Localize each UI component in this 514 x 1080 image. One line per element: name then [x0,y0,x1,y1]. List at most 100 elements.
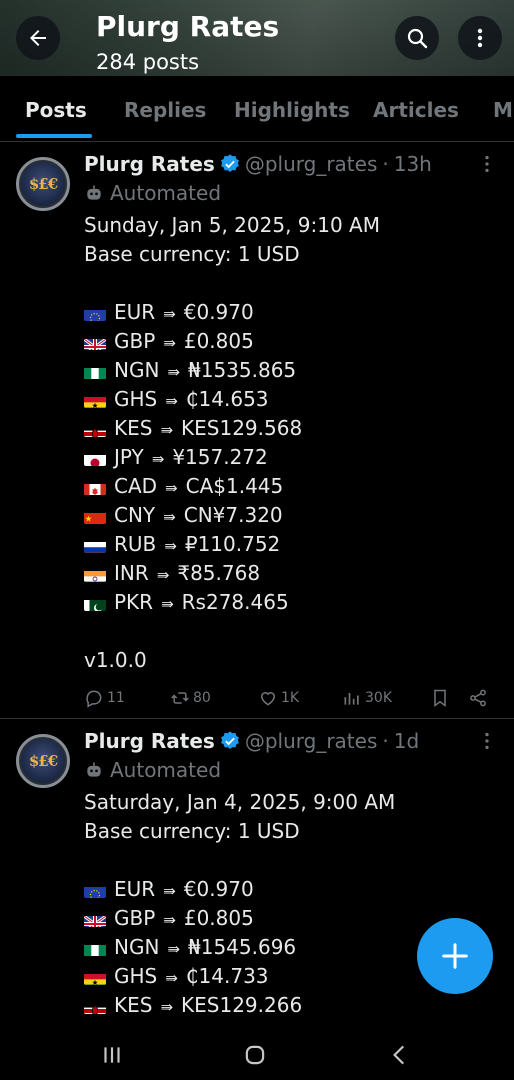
rate-value: ₵14.653 [185,387,269,411]
author-handle[interactable]: @plurg_rates [245,152,378,176]
rate-row: INR ⇛ ₹85.768 [84,559,380,588]
currency-code: JPY [114,445,144,469]
flag-jp-icon [84,450,106,466]
arrow-icon: ⇛ [163,508,176,526]
arrow-icon: ⇛ [165,969,178,987]
rate-row: NGN ⇛ ₦1535.865 [84,356,380,385]
rate-value: £0.805 [183,329,254,353]
views-chart-icon [344,693,359,705]
post-time[interactable]: 1d [394,729,419,753]
currency-logo-icon: $£€ [28,752,58,770]
page-title: Plurg Rates [96,10,280,43]
post-more-icon[interactable] [476,730,498,752]
currency-code: KES [114,416,153,440]
arrow-icon: ⇛ [163,911,176,929]
currency-code: GHS [114,387,158,411]
rate-value: Rs278.465 [181,590,289,614]
flag-ng-icon [84,363,106,379]
more-options-button[interactable] [458,16,502,60]
share-icon [470,689,486,707]
tab-posts[interactable]: Posts [25,76,87,141]
profile-header: Plurg Rates 284 posts [0,0,514,76]
home-button[interactable] [235,1038,275,1072]
arrow-icon: ⇛ [167,940,180,958]
arrow-icon: ⇛ [160,421,174,439]
flag-cn-icon [84,508,106,524]
base-currency-line: Base currency: 1 USD [84,819,300,843]
currency-code: GBP [114,329,156,353]
flag-ke-icon [84,421,106,437]
flag-ng-icon [84,940,106,956]
arrow-left-icon [30,30,46,46]
currency-code: PKR [114,590,154,614]
back-button[interactable] [16,16,60,60]
post[interactable]: $£€ Plurg Rates @plurg_rates · 13h Automate… [0,143,514,719]
automated-label: Automated [84,758,221,782]
rate-row: RUB ⇛ ₽110.752 [84,530,380,559]
rate-value: KES129.568 [181,416,303,440]
flag-gh-icon [84,392,106,408]
post-count: 284 posts [96,50,200,74]
system-back-button[interactable] [380,1038,420,1072]
rate-row: GHS ⇛ ₵14.653 [84,385,380,414]
tab-highlights[interactable]: Highlights [234,76,350,141]
arrow-icon: ⇛ [164,537,177,555]
tab-articles[interactable]: Articles [373,76,459,141]
rates-list: EUR ⇛ €0.970 GBP ⇛ £0.805 NGN ⇛ ₦1535.865 GHS ⇛ ₵14… [84,298,380,617]
bookmark-icon [434,689,446,707]
currency-code: RUB [114,532,157,556]
rate-value: CN¥7.320 [183,503,283,527]
post-date-line: Sunday, Jan 5, 2025, 9:10 AM [84,213,380,237]
author-handle[interactable]: @plurg_rates [245,729,378,753]
heart-icon [260,692,276,706]
tab-replies[interactable]: Replies [124,76,206,141]
verified-badge-icon [220,154,239,172]
currency-code: GHS [114,964,158,988]
post-time[interactable]: 13h [394,152,432,176]
arrow-icon: ⇛ [167,363,180,381]
flag-ru-icon [84,537,106,553]
currency-code: EUR [114,877,156,901]
currency-code: EUR [114,300,156,324]
rate-row: GBP ⇛ £0.805 [84,327,380,356]
recents-icon [104,1047,120,1063]
post-header: Plurg Rates @plurg_rates · 13h [84,151,432,177]
author-name[interactable]: Plurg Rates [84,152,215,176]
plus-icon [442,943,468,969]
avatar[interactable]: $£€ [16,157,70,211]
currency-code: CNY [114,503,156,527]
flag-ca-icon [84,479,106,495]
currency-code: CAD [114,474,158,498]
tab-media[interactable]: M [493,76,513,141]
rate-value: KES129.266 [181,993,303,1017]
currency-logo-icon: $£€ [28,175,58,193]
avatar[interactable]: $£€ [16,734,70,788]
rate-row: GBP ⇛ £0.805 [84,904,395,933]
share-button[interactable] [468,684,491,712]
bot-icon [87,185,101,200]
bot-icon [87,762,101,777]
like-button[interactable]: 1K [258,684,299,712]
bookmark-button[interactable] [430,684,453,712]
recents-button[interactable] [92,1038,132,1072]
currency-code: INR [114,561,149,585]
repost-button[interactable]: 80 [170,684,211,712]
reply-icon [86,690,102,708]
arrow-icon: ⇛ [160,998,174,1016]
post-header: Plurg Rates @plurg_rates · 1d [84,728,419,754]
reply-button[interactable]: 11 [84,684,125,712]
flag-eu-icon [84,882,106,898]
rate-row: EUR ⇛ €0.970 [84,298,380,327]
flag-gh-icon [84,969,106,985]
arrow-icon: ⇛ [165,479,178,497]
search-button[interactable] [395,16,439,60]
author-name[interactable]: Plurg Rates [84,729,215,753]
currency-code: GBP [114,906,156,930]
nav-back-icon [393,1045,405,1065]
post-more-icon[interactable] [476,153,498,175]
compose-post-button[interactable] [417,918,493,994]
views-button[interactable]: 30K [342,684,392,712]
rate-value: ₹85.768 [177,561,261,585]
active-tab-indicator [16,134,92,138]
currency-code: NGN [114,935,160,959]
